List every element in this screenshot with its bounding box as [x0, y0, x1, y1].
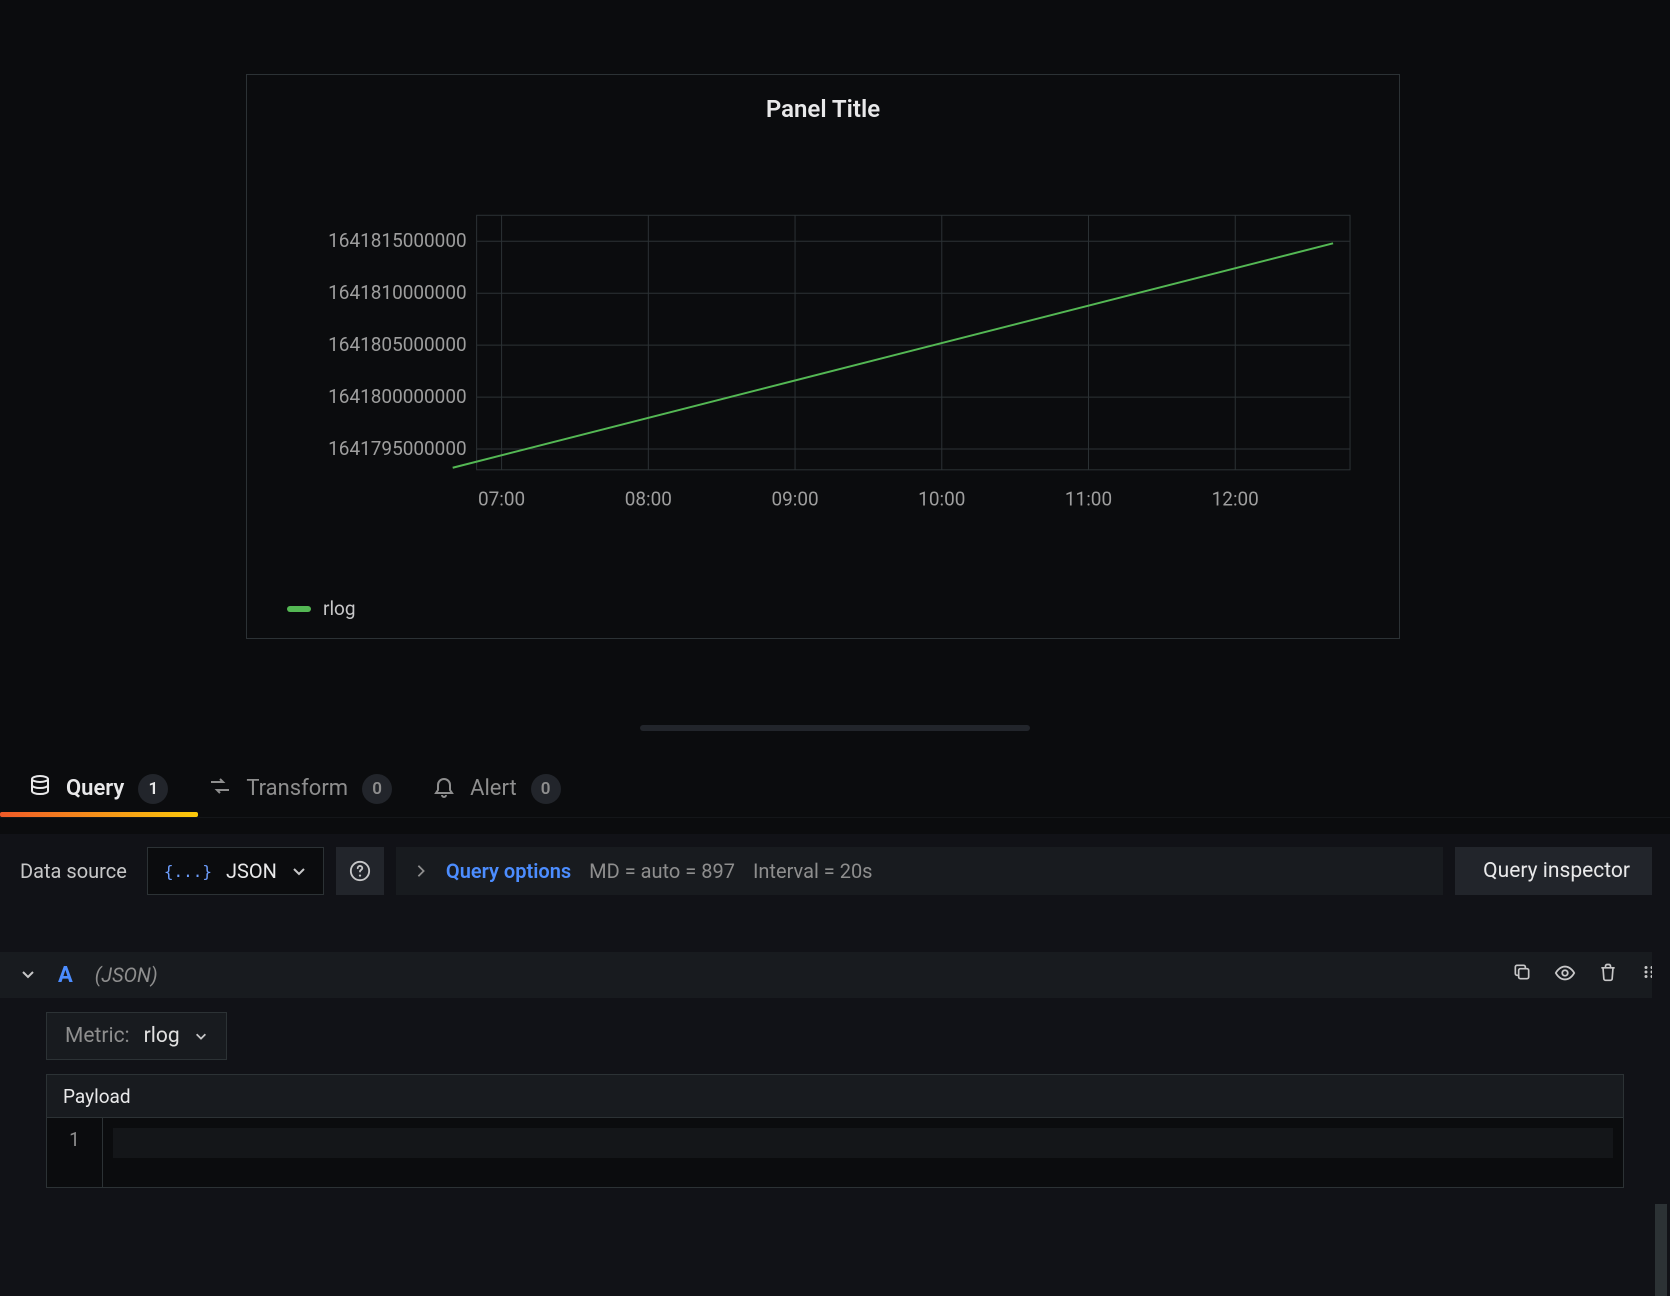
- tab-label: Query: [66, 776, 124, 801]
- query-datasource-name: (JSON): [95, 963, 158, 987]
- legend-swatch: [287, 606, 311, 612]
- legend-label: rlog: [323, 597, 356, 620]
- metric-row: Metric: rlog: [0, 998, 1670, 1074]
- editor-active-line: [113, 1128, 1613, 1158]
- bell-icon: [432, 774, 456, 804]
- editor-gutter: 1: [47, 1118, 103, 1187]
- metric-prefix: Metric:: [65, 1024, 130, 1048]
- chart-panel: Panel Title 1641795000000164180000000016…: [246, 74, 1400, 639]
- tab-query[interactable]: Query 1: [28, 760, 168, 817]
- editor-tabs: Query 1 Transform 0 Alert 0: [0, 760, 1670, 818]
- chart-legend[interactable]: rlog: [287, 597, 356, 620]
- json-ds-icon: {...}: [164, 862, 212, 881]
- chart-area[interactable]: 1641795000000 1641800000000 1641805000000 1…: [277, 195, 1369, 535]
- chevron-down-icon: [194, 1029, 208, 1043]
- datasource-picker[interactable]: {...} JSON: [147, 847, 324, 895]
- editor-body[interactable]: [103, 1118, 1623, 1187]
- svg-text:1641810000000: 1641810000000: [328, 281, 466, 304]
- tab-label: Alert: [470, 776, 517, 801]
- tab-label: Transform: [246, 776, 348, 801]
- database-icon: [28, 774, 52, 804]
- delete-query-icon[interactable]: [1598, 962, 1618, 989]
- query-options-bar: Query options MD = auto = 897 Interval =…: [396, 847, 1443, 895]
- panel-resize-handle[interactable]: [640, 725, 1030, 731]
- payload-header: Payload: [46, 1074, 1624, 1118]
- svg-text:10:00: 10:00: [918, 488, 965, 511]
- query-inspector-button[interactable]: Query inspector: [1455, 847, 1658, 895]
- vertical-scrollbar[interactable]: [1652, 834, 1670, 1296]
- svg-text:12:00: 12:00: [1212, 488, 1259, 511]
- datasource-help-button[interactable]: [336, 847, 384, 895]
- metric-value: rlog: [144, 1024, 180, 1048]
- query-options-md: MD = auto = 897: [589, 859, 735, 883]
- datasource-label: Data source: [12, 859, 135, 883]
- svg-text:1641800000000: 1641800000000: [328, 385, 466, 408]
- payload-section: Payload 1: [0, 1074, 1670, 1188]
- query-row-actions: [1512, 962, 1658, 989]
- chevron-down-icon: [291, 863, 307, 879]
- transform-icon: [208, 774, 232, 804]
- datasource-value: JSON: [226, 859, 277, 883]
- svg-text:1641815000000: 1641815000000: [328, 229, 466, 252]
- toggle-visibility-icon[interactable]: [1554, 962, 1576, 989]
- panel-title: Panel Title: [247, 75, 1399, 123]
- svg-text:09:00: 09:00: [771, 488, 818, 511]
- query-ref-id[interactable]: A: [58, 963, 73, 988]
- collapse-query-icon[interactable]: [20, 963, 36, 987]
- duplicate-query-icon[interactable]: [1512, 962, 1532, 989]
- tab-count-badge: 1: [138, 774, 168, 804]
- svg-text:1641805000000: 1641805000000: [328, 333, 466, 356]
- tab-count-badge: 0: [531, 774, 561, 804]
- svg-text:1641795000000: 1641795000000: [328, 437, 466, 460]
- svg-text:11:00: 11:00: [1065, 488, 1112, 511]
- app-root: Panel Title 1641795000000164180000000016…: [0, 0, 1670, 1296]
- query-area: Data source {...} JSON Query options MD …: [0, 834, 1670, 1296]
- help-icon: [349, 860, 371, 882]
- tab-transform[interactable]: Transform 0: [208, 760, 392, 817]
- query-options-link[interactable]: Query options: [446, 859, 571, 883]
- chart-svg: 1641795000000 1641800000000 1641805000000 1…: [277, 195, 1369, 535]
- chevron-right-icon[interactable]: [414, 859, 428, 883]
- query-row-header: A (JSON): [0, 952, 1670, 998]
- svg-text:07:00: 07:00: [478, 488, 525, 511]
- query-options-interval: Interval = 20s: [753, 859, 873, 883]
- line-number: 1: [69, 1128, 80, 1151]
- tab-alert[interactable]: Alert 0: [432, 760, 561, 817]
- metric-picker[interactable]: Metric: rlog: [46, 1012, 227, 1060]
- query-toolbar: Data source {...} JSON Query options MD …: [0, 834, 1670, 908]
- payload-editor[interactable]: 1: [46, 1118, 1624, 1188]
- tab-count-badge: 0: [362, 774, 392, 804]
- svg-text:08:00: 08:00: [625, 488, 672, 511]
